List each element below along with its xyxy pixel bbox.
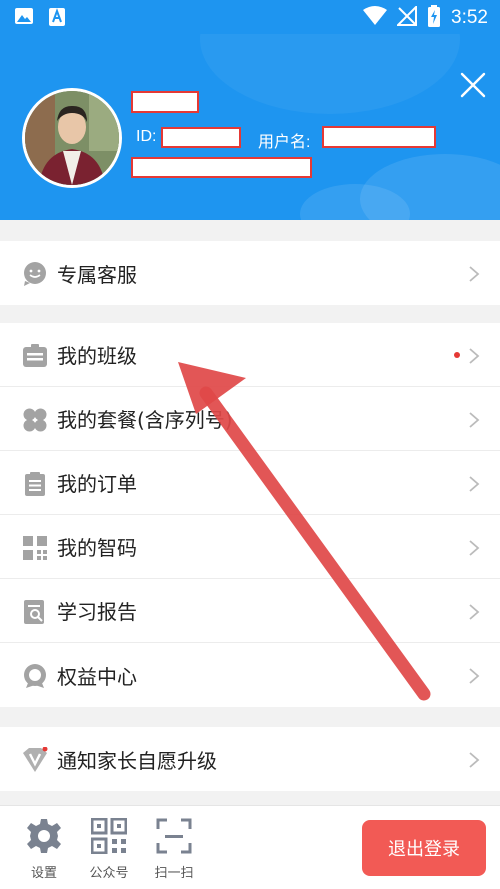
menu-item-label: 通知家长自愿升级 — [57, 748, 217, 773]
menu-item-service[interactable]: 专属客服 — [0, 241, 500, 305]
official-account-label: 公众号 — [89, 866, 129, 881]
menu-item-my-package[interactable]: 我的套餐(含序列号) — [0, 387, 500, 451]
clover-package-icon — [23, 408, 47, 432]
close-button[interactable] — [460, 72, 486, 98]
menu-item-label: 专属客服 — [57, 262, 137, 287]
report-search-icon — [24, 600, 44, 624]
menu-item-label: 我的套餐(含序列号) — [57, 408, 233, 432]
gear-icon — [27, 819, 61, 853]
menu-item-benefits-center[interactable]: 权益中心 — [0, 643, 500, 707]
username-label: 用户名: — [258, 134, 311, 151]
menu-item-my-orders[interactable]: 我的订单 — [0, 451, 500, 515]
menu-item-label: 我的智码 — [57, 536, 137, 560]
battery-charging-icon — [427, 5, 441, 31]
avatar[interactable] — [22, 88, 122, 188]
status-bar: 3:52 — [0, 0, 500, 34]
id-label: ID: — [136, 128, 157, 145]
service-card: 专属客服 — [0, 241, 500, 305]
id-value-redacted — [161, 127, 241, 148]
close-icon — [460, 72, 486, 98]
main-menu-card: 我的班级 我的套餐(含序列号) 我的订单 我的智码 学习报告 权益中心 — [0, 323, 500, 707]
scan-button[interactable]: 扫一扫 — [144, 818, 204, 881]
username-value-redacted — [322, 126, 436, 148]
chevron-right-icon — [469, 348, 480, 364]
chevron-right-icon — [469, 412, 480, 428]
menu-item-label: 权益中心 — [57, 664, 137, 689]
chevron-right-icon — [469, 540, 480, 556]
bottom-toolbar: 设置 公众号 扫一扫 退出登录 — [0, 805, 500, 889]
qr-code-icon — [91, 818, 127, 854]
profile-header: ID: 用户名: — [0, 34, 500, 220]
chevron-right-icon — [469, 668, 480, 684]
settings-label: 设置 — [30, 866, 57, 881]
chevron-right-icon — [469, 604, 480, 620]
chevron-right-icon — [469, 752, 480, 768]
clock: 3:52 — [451, 7, 488, 28]
class-board-icon — [23, 344, 47, 367]
settings-button[interactable]: 设置 — [14, 818, 74, 881]
menu-item-my-smart-code[interactable]: 我的智码 — [0, 515, 500, 579]
menu-item-study-report[interactable]: 学习报告 — [0, 579, 500, 643]
logout-button[interactable]: 退出登录 — [362, 820, 486, 876]
info-redacted — [131, 157, 312, 178]
smiley-chat-icon — [24, 262, 46, 286]
official-account-button[interactable]: 公众号 — [79, 818, 139, 881]
nickname-redacted — [131, 91, 199, 113]
qr-grid-icon — [23, 536, 47, 560]
menu-item-label: 学习报告 — [57, 600, 137, 624]
notification-dot — [454, 352, 460, 358]
menu-item-notify-parent-upgrade[interactable]: 通知家长自愿升级 — [0, 727, 500, 791]
menu-item-label: 我的订单 — [57, 472, 137, 496]
scan-label: 扫一扫 — [154, 866, 194, 881]
chevron-right-icon — [469, 266, 480, 282]
wifi-icon — [363, 6, 388, 30]
image-notification-icon — [14, 7, 34, 31]
badge-icon — [24, 664, 46, 688]
upgrade-card: 通知家长自愿升级 — [0, 727, 500, 791]
font-notification-icon — [48, 7, 66, 31]
no-signal-icon — [395, 4, 418, 30]
vip-diamond-icon — [23, 747, 48, 772]
scan-icon — [156, 818, 192, 854]
menu-item-my-class[interactable]: 我的班级 — [0, 323, 500, 387]
menu-item-label: 我的班级 — [57, 344, 137, 368]
chevron-right-icon — [469, 476, 480, 492]
clipboard-icon — [25, 472, 45, 496]
